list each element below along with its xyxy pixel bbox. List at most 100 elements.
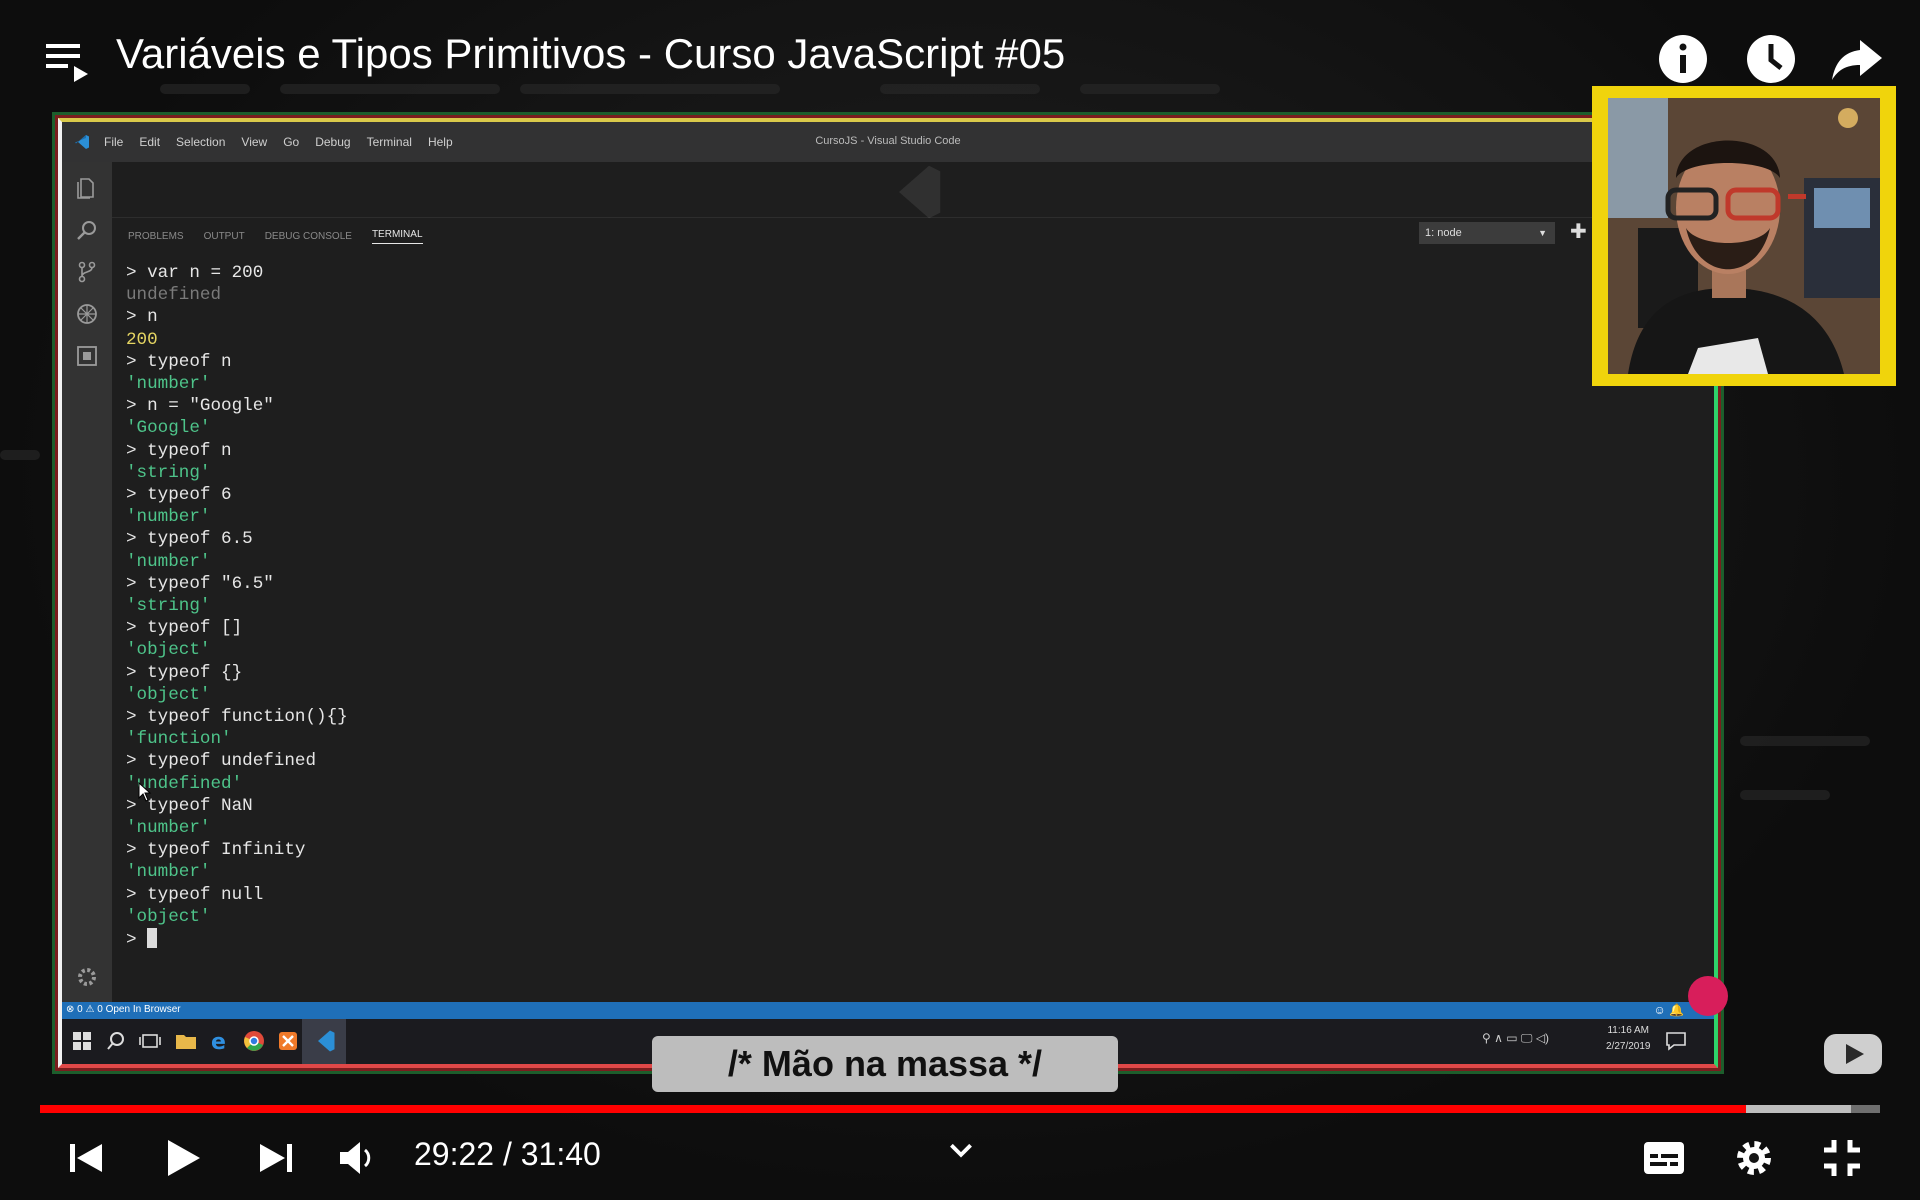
prompt-symbol: > — [126, 930, 148, 951]
terminal-line: 'number' — [126, 507, 211, 528]
exit-fullscreen-icon[interactable] — [1818, 1134, 1866, 1182]
watch-later-icon[interactable] — [1744, 32, 1798, 86]
duration: 31:40 — [520, 1136, 601, 1172]
terminal-selector-value: 1: node — [1425, 227, 1462, 239]
terminal-line: 'Google' — [126, 418, 211, 439]
text-cursor — [147, 928, 158, 949]
terminal-line: 'number' — [126, 862, 211, 883]
terminal-prompt[interactable]: > — [126, 928, 348, 951]
source-control-icon[interactable] — [75, 260, 99, 284]
file-explorer-icon[interactable] — [174, 1029, 198, 1053]
volume-icon[interactable] — [334, 1134, 382, 1182]
search-icon[interactable] — [75, 218, 99, 242]
task-view-icon[interactable] — [138, 1029, 162, 1053]
recording-indicator — [1688, 976, 1728, 1016]
terminal-line: > typeof n — [126, 351, 232, 372]
video-title[interactable]: Variáveis e Tipos Primitivos - Curso Jav… — [116, 30, 1065, 78]
extensions-icon[interactable] — [75, 344, 99, 368]
vscode-status-bar: ⊗ 0 ⚠ 0 Open In Browser ☺ 🔔 — [62, 1002, 1714, 1019]
share-icon[interactable] — [1830, 32, 1884, 86]
status-bar-left[interactable]: ⊗ 0 ⚠ 0 Open In Browser — [66, 1004, 181, 1015]
vscode-window-title: CursoJS - Visual Studio Code — [815, 135, 961, 147]
terminal-line: > typeof Infinity — [126, 840, 306, 861]
notification-bell-icon[interactable]: ☺ 🔔 — [1653, 1003, 1684, 1017]
play-icon[interactable] — [158, 1134, 206, 1182]
vscode-taskbar-icon — [318, 1030, 335, 1052]
mouse-pointer-icon — [138, 782, 152, 802]
terminal-selector[interactable]: 1: node ▼ — [1419, 222, 1555, 244]
terminal-line: > var n = 200 — [126, 263, 264, 283]
terminal-line: > typeof n — [126, 440, 232, 461]
next-icon[interactable] — [252, 1134, 300, 1182]
terminal-line: 'object' — [126, 906, 211, 927]
background-blur-line — [1740, 790, 1830, 800]
terminal-line: > typeof undefined — [126, 751, 317, 772]
terminal-line: > typeof 6.5 — [126, 529, 253, 550]
tab-output[interactable]: OUTPUT — [204, 231, 245, 242]
terminal-line: 'function' — [126, 729, 232, 750]
progress-played — [40, 1105, 1747, 1113]
vscode-activity-bar — [62, 162, 112, 1017]
vscode-titlebar: File Edit Selection View Go Debug Termin… — [62, 122, 1714, 162]
chrome-browser-icon[interactable] — [242, 1029, 266, 1053]
vscode-watermark-icon — [899, 165, 941, 219]
manage-gear-icon[interactable] — [75, 965, 99, 989]
terminal-line: 'object' — [126, 684, 211, 705]
video-caption: /* Mão na massa */ — [652, 1036, 1118, 1092]
taskbar-clock[interactable]: 11:16 AM 2/27/2019 — [1606, 1023, 1651, 1055]
progress-bar[interactable] — [40, 1105, 1880, 1113]
windows-start-icon[interactable] — [70, 1029, 94, 1053]
xampp-icon[interactable] — [276, 1029, 300, 1053]
subtitles-icon[interactable] — [1640, 1134, 1688, 1182]
action-center-icon[interactable] — [1664, 1029, 1688, 1053]
webcam-feed — [1608, 98, 1880, 374]
terminal-line: > n = "Google" — [126, 396, 274, 417]
terminal-line: > typeof NaN — [126, 795, 253, 816]
explorer-icon[interactable] — [75, 176, 99, 200]
terminal-output[interactable]: > var n = 200 undefined > n 200 > typeof n'n… — [126, 262, 348, 951]
clock-time: 11:16 AM — [1607, 1025, 1649, 1036]
clock-date: 2/27/2019 — [1606, 1041, 1651, 1052]
background-blur-line — [1740, 736, 1870, 746]
terminal-line: 'number' — [126, 818, 211, 839]
terminal-line: > typeof function(){} — [126, 707, 348, 728]
webcam-overlay — [1592, 86, 1896, 386]
system-tray-icons[interactable]: ⚲ ∧ ▭ 🖵 ◁) — [1482, 1031, 1549, 1046]
youtube-watermark-icon[interactable] — [1822, 1030, 1884, 1078]
terminal-line: 'number' — [126, 551, 211, 572]
background-blur-line — [0, 450, 40, 460]
dropdown-caret-icon: ▼ — [1538, 228, 1547, 238]
terminal-line: 'number' — [126, 374, 211, 395]
playlist-icon[interactable] — [44, 40, 88, 84]
terminal-line: 'string' — [126, 596, 211, 617]
tab-terminal[interactable]: TERMINAL — [371, 229, 423, 244]
terminal-line: > typeof 6 — [126, 485, 232, 506]
terminal-line: 'undefined' — [126, 773, 243, 794]
terminal-line: > typeof "6.5" — [126, 573, 274, 594]
terminal-line: 'object' — [126, 640, 211, 661]
new-terminal-icon[interactable]: ✚ — [1570, 219, 1587, 244]
vscode-window: File Edit Selection View Go Debug Termin… — [62, 122, 1714, 1064]
terminal-line: > typeof [] — [126, 618, 243, 639]
presenter-image — [1608, 98, 1880, 374]
time-display: 29:22 / 31:40 — [414, 1136, 601, 1173]
edge-browser-icon[interactable]: e — [208, 1029, 232, 1053]
taskbar-search-icon[interactable] — [104, 1029, 128, 1053]
terminal-line: > typeof {} — [126, 662, 243, 683]
info-icon[interactable] — [1656, 32, 1710, 86]
chevron-down-icon[interactable] — [938, 1128, 984, 1174]
tab-problems[interactable]: PROBLEMS — [128, 231, 184, 242]
tab-debug-console[interactable]: DEBUG CONSOLE — [265, 231, 352, 242]
terminal-line: > n — [126, 307, 158, 328]
terminal-line: undefined — [126, 285, 222, 306]
terminal-line: 'string' — [126, 462, 211, 483]
settings-icon[interactable] — [1730, 1134, 1778, 1182]
vscode-taskbar-button[interactable] — [302, 1019, 346, 1064]
time-separator: / — [494, 1136, 521, 1172]
current-time: 29:22 — [414, 1136, 495, 1172]
terminal-line: > typeof null — [126, 884, 264, 905]
panel-tabs: PROBLEMS OUTPUT DEBUG CONSOLE TERMINAL — [128, 224, 423, 248]
terminal-line: 200 — [126, 329, 158, 350]
previous-icon[interactable] — [62, 1134, 110, 1182]
debug-icon[interactable] — [75, 302, 99, 326]
